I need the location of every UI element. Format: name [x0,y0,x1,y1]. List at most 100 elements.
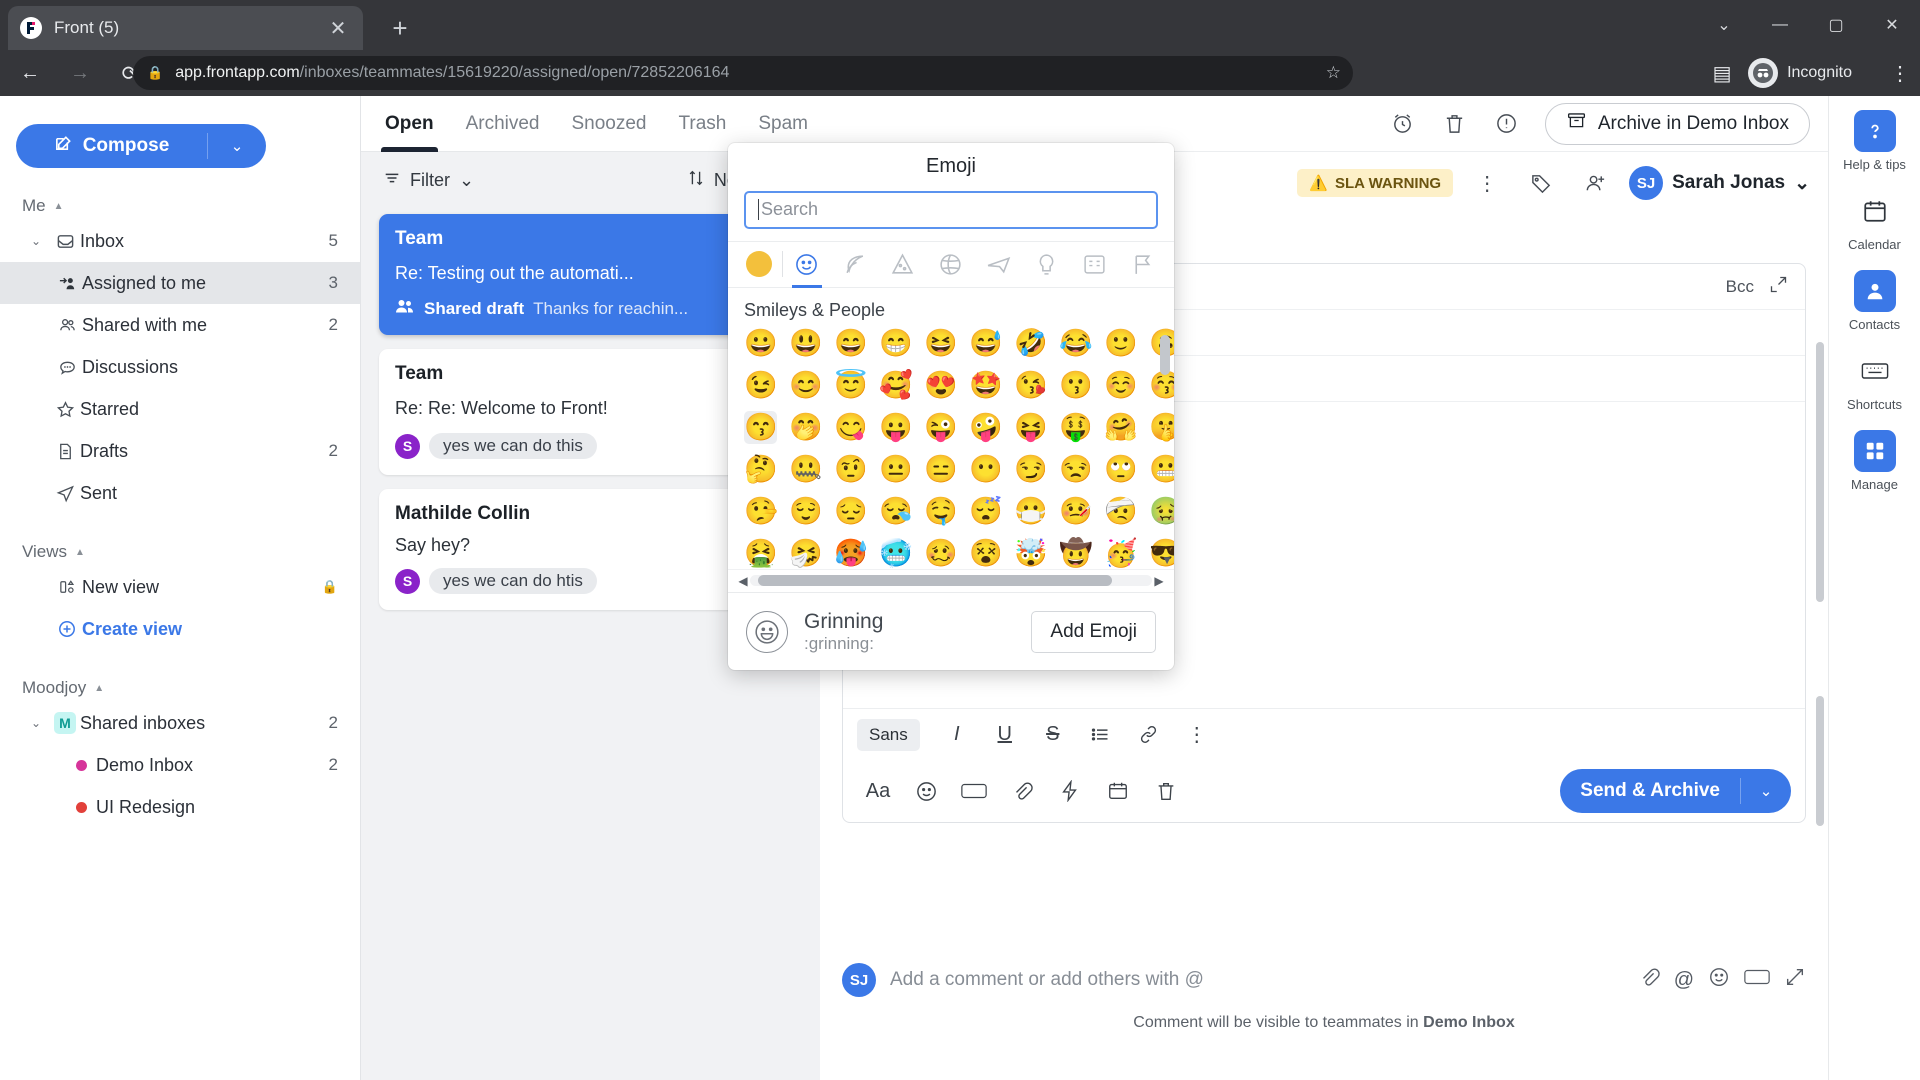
rail-item-manage[interactable]: Manage [1829,430,1920,492]
underline-icon[interactable]: U [984,716,1026,754]
sidebar-section-views[interactable]: Views ▲ [22,542,360,562]
emoji-cell[interactable]: 😅 [969,327,1003,360]
emoji-cell[interactable]: 😘 [1014,369,1048,402]
minimize-icon[interactable]: — [1752,0,1808,50]
gif-icon[interactable] [1744,967,1770,993]
emoji-cell[interactable]: 🤣 [1014,327,1048,360]
emoji-tab-travel-places[interactable] [975,241,1023,288]
tab-open[interactable]: Open [381,96,438,152]
incognito-indicator[interactable]: Incognito [1742,54,1866,92]
emoji-tab-symbols[interactable] [1070,241,1118,288]
emoji-cell[interactable]: 😍 [924,369,958,402]
chevron-down-icon[interactable]: ⌄ [22,234,50,248]
emoji-tab-food-drink[interactable] [879,241,927,288]
emoji-cell[interactable]: 🤒 [1059,495,1093,528]
expand-icon[interactable] [1768,274,1789,300]
emoji-cell[interactable]: 🥵 [834,537,868,569]
comment-input[interactable]: Add a comment or add others with @ [890,969,1624,991]
italic-icon[interactable]: I [936,716,978,754]
send-archive-button[interactable]: Send & Archive ⌄ [1560,769,1791,813]
paperclip-icon[interactable] [1638,966,1660,994]
emoji-cell[interactable]: 😔 [834,495,868,528]
emoji-cell[interactable]: 😗 [1059,369,1093,402]
compose-button[interactable]: Compose ⌄ [16,124,266,168]
kebab-menu-icon[interactable]: ⋮ [1467,163,1507,203]
sidebar-item-shared-inboxes[interactable]: ⌄ M Shared inboxes 2 [0,702,360,744]
conversation-scrollbar-lower[interactable] [1816,696,1824,826]
emoji-cell[interactable]: 😷 [1014,495,1048,528]
emoji-cell[interactable]: 🤯 [1014,537,1048,569]
side-panel-icon[interactable]: ▤ [1702,53,1742,93]
emoji-cell[interactable]: 🥶 [879,537,913,569]
emoji-cell[interactable]: 🤥 [744,495,778,528]
emoji-cell[interactable]: 😝 [1014,411,1048,444]
emoji-cell[interactable]: ☺️ [1104,369,1138,402]
emoji-cell[interactable]: 🤩 [969,369,1003,402]
sidebar-item-assigned-to-me[interactable]: Assigned to me 3 [0,262,360,304]
emoji-cell[interactable]: 🤕 [1104,495,1138,528]
emoji-cell[interactable]: 🤭 [789,411,823,444]
text-format-Aa-icon[interactable]: Aa [857,772,899,810]
emoji-cell[interactable]: 😉 [744,369,778,402]
expand-icon[interactable] [1784,966,1806,994]
rail-item-contacts[interactable]: Contacts [1829,270,1920,332]
sidebar-section-moodjoy[interactable]: Moodjoy ▲ [22,678,360,698]
emoji-cell[interactable]: 😛 [879,411,913,444]
emoji-cell[interactable]: 🤧 [789,537,823,569]
rail-item-calendar[interactable]: Calendar [1829,190,1920,252]
emoji-cell[interactable]: 😙 [744,410,778,444]
emoji-cell[interactable]: 🤮 [744,537,778,569]
emoji-cell[interactable]: 😪 [879,495,913,528]
scroll-track[interactable] [750,575,1152,587]
bullet-list-icon[interactable] [1080,716,1122,754]
address-bar[interactable]: 🔒 app.frontapp.com/inboxes/teammates/156… [133,56,1353,90]
caret-down-icon[interactable]: ▼ [1161,553,1173,567]
assignee-selector[interactable]: SJ Sarah Jonas ⌄ [1629,166,1810,200]
emoji-search-input[interactable]: Search [744,190,1158,229]
forward-arrow-icon[interactable]: → [60,53,100,93]
tag-icon[interactable] [1521,163,1561,203]
lightning-icon[interactable] [1049,772,1091,810]
emoji-cell[interactable]: 😒 [1059,453,1093,486]
emoji-tab-activities[interactable] [927,241,975,288]
emoji-cell[interactable]: 🥰 [879,369,913,402]
back-arrow-icon[interactable]: ← [10,53,50,93]
gif-icon[interactable] [953,772,995,810]
font-family-selector[interactable]: Sans [857,718,920,751]
emoji-cell[interactable]: 🙄 [1104,453,1138,486]
emoji-cell[interactable]: 😊 [789,369,823,402]
link-icon[interactable] [1128,716,1170,754]
emoji-tab-smileys-people[interactable] [783,241,831,288]
emoji-cell[interactable]: 🤑 [1059,411,1093,444]
emoji-cell[interactable]: 😌 [789,495,823,528]
emoji-cell[interactable]: 😜 [924,411,958,444]
sidebar-item-drafts[interactable]: Drafts 2 [0,430,360,472]
emoji-cell[interactable]: 🤗 [1104,411,1138,444]
emoji-cell[interactable]: 😄 [834,327,868,360]
emoji-cell[interactable]: 🤔 [744,453,778,486]
snooze-clock-icon[interactable] [1383,104,1423,144]
emoji-cell[interactable]: 😆 [924,327,958,360]
caret-left-icon[interactable]: ◀ [736,574,750,588]
filter-button[interactable]: Filter ⌄ [383,169,474,192]
report-spam-icon[interactable] [1487,104,1527,144]
emoji-tab-animals-nature[interactable] [831,241,879,288]
caret-right-icon[interactable]: ▶ [1152,574,1166,588]
sidebar-item-create-view[interactable]: Create view [0,608,360,650]
sidebar-item-ui-redesign[interactable]: UI Redesign [0,786,360,828]
tab-trash[interactable]: Trash [679,96,727,152]
emoji-smiley-icon[interactable] [1708,966,1730,994]
sidebar-section-me[interactable]: Me ▲ [22,196,360,216]
emoji-cell[interactable]: 😶 [969,453,1003,486]
emoji-cell[interactable]: 🤪 [969,411,1003,444]
paperclip-icon[interactable] [1001,772,1043,810]
archive-button[interactable]: Archive in Demo Inbox [1544,102,1810,145]
emoji-tab-flags[interactable] [1118,241,1166,288]
emoji-cell[interactable]: 😁 [879,327,913,360]
window-close-icon[interactable]: ✕ [1864,0,1920,50]
browser-tab[interactable]: Front (5) ✕ [8,6,363,50]
sidebar-item-sent[interactable]: Sent [0,472,360,514]
bcc-button[interactable]: Bcc [1726,277,1754,297]
chrome-kebab-menu-icon[interactable]: ⋮ [1880,53,1920,93]
emoji-cell[interactable]: 😃 [789,327,823,360]
